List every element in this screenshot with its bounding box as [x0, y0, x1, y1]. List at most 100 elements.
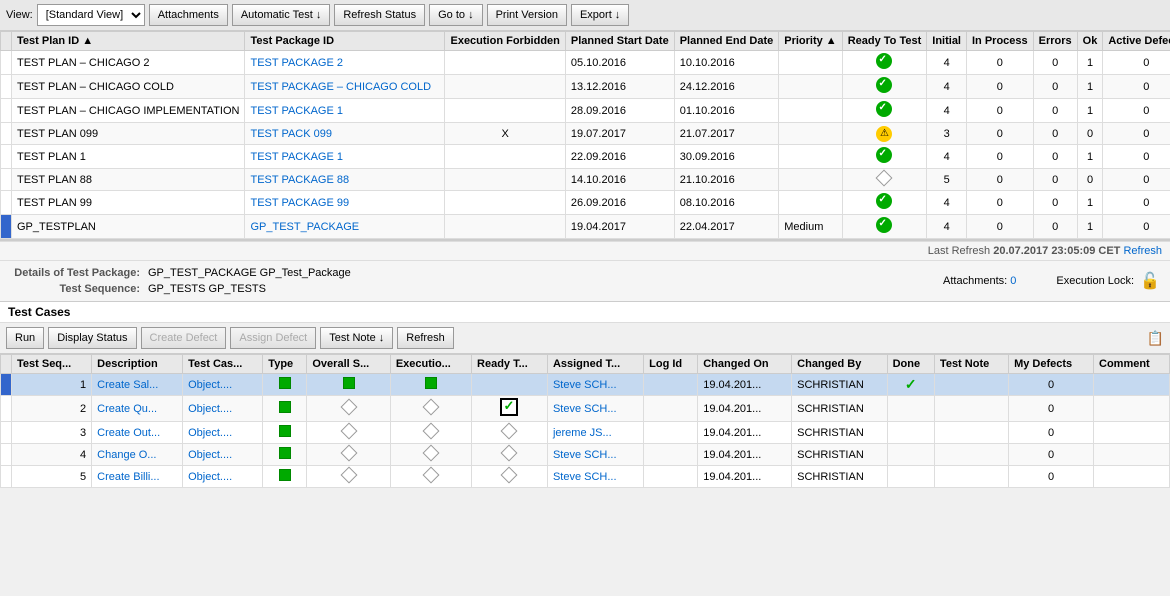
lock-icon[interactable]: 🔓 [1140, 271, 1160, 291]
table-row[interactable]: 5 Create Billi... Object.... Steve SCH..… [1, 466, 1170, 488]
col-test-plan-id[interactable]: Test Plan ID ▲ [12, 32, 245, 51]
go-to-button[interactable]: Go to ↓ [429, 4, 482, 26]
table-row[interactable]: TEST PLAN – CHICAGO 2 TEST PACKAGE 2 05.… [1, 51, 1170, 75]
table-row[interactable]: TEST PLAN 99 TEST PACKAGE 99 26.09.2016 … [1, 191, 1170, 215]
desc-link[interactable]: Create Billi... [97, 471, 159, 483]
pkg-id-link[interactable]: TEST PACKAGE 1 [250, 151, 343, 163]
display-status-button[interactable]: Display Status [48, 327, 136, 349]
cases-col-changed-by[interactable]: Changed By [792, 355, 887, 374]
table-row[interactable]: TEST PLAN – CHICAGO COLD TEST PACKAGE – … [1, 75, 1170, 99]
table-row[interactable]: 4 Change O... Object.... Steve SCH... 19… [1, 444, 1170, 466]
test-cas-link[interactable]: Object.... [188, 449, 232, 461]
col-ready[interactable]: Ready To Test [842, 32, 927, 51]
pkg-id-link[interactable]: TEST PACKAGE – CHICAGO COLD [250, 81, 431, 93]
pkg-id-link[interactable]: GP_TEST_PACKAGE [250, 221, 359, 233]
assigned-link[interactable]: jereme JS... [553, 427, 612, 439]
refresh-status-button[interactable]: Refresh Status [334, 4, 425, 26]
pkg-id-link[interactable]: TEST PACKAGE 1 [250, 105, 343, 117]
refresh-button[interactable]: Refresh [397, 327, 454, 349]
cases-col-assigned[interactable]: Assigned T... [547, 355, 643, 374]
details-of-label: Details of Test Package: [10, 267, 140, 279]
desc-link[interactable]: Change O... [97, 449, 156, 461]
changed-by-cell: SCHRISTIAN [792, 374, 887, 396]
exec-forbidden-cell [445, 75, 565, 99]
cases-col-test-note[interactable]: Test Note [934, 355, 1008, 374]
col-priority[interactable]: Priority ▲ [779, 32, 842, 51]
assigned-link[interactable]: Steve SCH... [553, 471, 617, 483]
col-errors[interactable]: Errors [1033, 32, 1077, 51]
test-cas-link[interactable]: Object.... [188, 427, 232, 439]
refresh-link[interactable]: Refresh [1123, 245, 1162, 257]
priority-cell [779, 169, 842, 191]
test-note-button[interactable]: Test Note ↓ [320, 327, 393, 349]
table-row[interactable]: GP_TESTPLAN GP_TEST_PACKAGE 19.04.2017 2… [1, 215, 1170, 239]
col-planned-end[interactable]: Planned End Date [674, 32, 779, 51]
col-initial[interactable]: Initial [927, 32, 967, 51]
export-button[interactable]: Export ↓ [571, 4, 629, 26]
desc-link[interactable]: Create Sal... [97, 379, 158, 391]
desc-link[interactable]: Create Qu... [97, 403, 157, 415]
test-cas-link[interactable]: Object.... [188, 403, 232, 415]
table-row[interactable]: 3 Create Out... Object.... jereme JS... … [1, 422, 1170, 444]
col-active-defects[interactable]: Active Defects [1103, 32, 1170, 51]
plan-id-cell: TEST PLAN – CHICAGO IMPLEMENTATION [12, 99, 245, 123]
table-row[interactable]: TEST PLAN 88 TEST PACKAGE 88 14.10.2016 … [1, 169, 1170, 191]
print-button[interactable]: Print Version [487, 4, 567, 26]
cases-col-overall[interactable]: Overall S... [307, 355, 390, 374]
cases-col-desc[interactable]: Description [92, 355, 183, 374]
desc-link[interactable]: Create Out... [97, 427, 160, 439]
check-green-icon [876, 193, 892, 209]
pkg-id-link[interactable]: TEST PACKAGE 2 [250, 57, 343, 69]
square-green-icon [279, 377, 291, 389]
overall-cell [307, 444, 390, 466]
pkg-id-link[interactable]: TEST PACK 099 [250, 128, 332, 140]
col-ok[interactable]: Ok [1077, 32, 1103, 51]
table-row[interactable]: 1 Create Sal... Object.... Steve SCH... … [1, 374, 1170, 396]
assigned-link[interactable]: Steve SCH... [553, 379, 617, 391]
cases-col-changed-on[interactable]: Changed On [698, 355, 792, 374]
table-row[interactable]: 2 Create Qu... Object.... Steve SCH... 1… [1, 396, 1170, 422]
col-in-process[interactable]: In Process [967, 32, 1034, 51]
screenshot-icon[interactable]: 📋 [1147, 330, 1164, 347]
assigned-cell: Steve SCH... [547, 396, 643, 422]
test-cases-section: Test Cases Run Display Status Create Def… [0, 302, 1170, 488]
run-button[interactable]: Run [6, 327, 44, 349]
my-defects-cell: 0 [1009, 466, 1094, 488]
assign-defect-button[interactable]: Assign Defect [230, 327, 316, 349]
cases-col-my-defects[interactable]: My Defects [1009, 355, 1094, 374]
overall-cell [307, 466, 390, 488]
col-planned-start[interactable]: Planned Start Date [565, 32, 674, 51]
test-cas-link[interactable]: Object.... [188, 471, 232, 483]
col-test-package-id[interactable]: Test Package ID [245, 32, 445, 51]
assigned-link[interactable]: Steve SCH... [553, 403, 617, 415]
cases-col-done[interactable]: Done [887, 355, 934, 374]
assigned-link[interactable]: Steve SCH... [553, 449, 617, 461]
test-cas-link[interactable]: Object.... [188, 379, 232, 391]
exec-cell [390, 396, 471, 422]
cases-col-type[interactable]: Type [263, 355, 307, 374]
automatic-test-button[interactable]: Automatic Test ↓ [232, 4, 331, 26]
desc-cell: Change O... [92, 444, 183, 466]
cases-col-seq[interactable]: Test Seq... [12, 355, 92, 374]
cases-col-logid[interactable]: Log Id [644, 355, 698, 374]
initial-cell: 3 [927, 123, 967, 145]
table-row[interactable]: TEST PLAN 1 TEST PACKAGE 1 22.09.2016 30… [1, 145, 1170, 169]
initial-cell: 5 [927, 169, 967, 191]
table-row[interactable]: TEST PLAN 099 TEST PACK 099 X 19.07.2017… [1, 123, 1170, 145]
view-select[interactable]: [Standard View] [37, 4, 145, 26]
table-row[interactable]: TEST PLAN – CHICAGO IMPLEMENTATION TEST … [1, 99, 1170, 123]
create-defect-button[interactable]: Create Defect [141, 327, 227, 349]
type-cell [263, 466, 307, 488]
attachments-button[interactable]: Attachments [149, 4, 228, 26]
col-exec-forbidden[interactable]: Execution Forbidden [445, 32, 565, 51]
cases-col-testcas[interactable]: Test Cas... [183, 355, 263, 374]
check-green-icon [876, 217, 892, 233]
attachments-count[interactable]: 0 [1010, 275, 1016, 287]
pkg-id-link[interactable]: TEST PACKAGE 99 [250, 197, 349, 209]
cases-col-exec[interactable]: Executio... [390, 355, 471, 374]
cases-col-comment[interactable]: Comment [1094, 355, 1170, 374]
end-date-cell: 30.09.2016 [674, 145, 779, 169]
exec-forbidden-cell [445, 191, 565, 215]
cases-col-ready[interactable]: Ready T... [472, 355, 548, 374]
pkg-id-link[interactable]: TEST PACKAGE 88 [250, 174, 349, 186]
